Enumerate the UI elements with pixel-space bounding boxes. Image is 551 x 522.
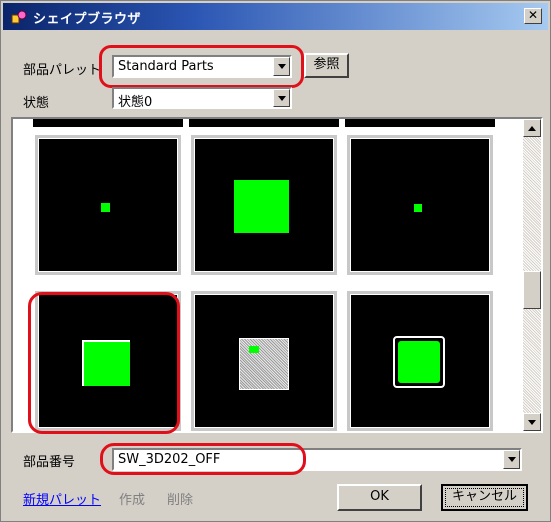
chevron-down-icon[interactable]	[273, 89, 290, 107]
state-label: 状態	[23, 96, 50, 111]
part-tile[interactable]	[35, 135, 181, 275]
rounded-square-shape	[398, 341, 440, 383]
title-bar: シェイプブラウザ ✕	[3, 3, 548, 30]
palette-label: 部品パレット	[23, 63, 102, 78]
part-number-label: 部品番号	[23, 455, 76, 470]
partial-tile	[33, 119, 183, 127]
scroll-down-button[interactable]	[523, 413, 541, 431]
partial-tile	[345, 119, 495, 127]
palette-select[interactable]: Standard Parts	[112, 55, 292, 78]
part-tile[interactable]	[191, 135, 337, 275]
palette-select-value: Standard Parts	[118, 59, 214, 74]
window-title: シェイプブラウザ	[33, 12, 142, 27]
parts-grid[interactable]	[11, 117, 543, 433]
part-tile[interactable]	[347, 135, 493, 275]
dithered-square-shape	[239, 338, 289, 390]
browse-button[interactable]: 参照	[304, 53, 349, 78]
scroll-thumb[interactable]	[523, 271, 541, 309]
partial-tile	[189, 119, 339, 127]
delete-button: 削除	[167, 493, 194, 508]
green-corner-mark	[249, 346, 259, 353]
create-button: 作成	[119, 493, 146, 508]
part-number-select[interactable]: SW_3D202_OFF	[112, 448, 522, 471]
large-square-shape	[234, 180, 289, 233]
state-select[interactable]: 状態0	[112, 87, 292, 110]
chevron-down-icon[interactable]	[273, 57, 290, 76]
new-palette-link[interactable]: 新規パレット	[23, 489, 101, 508]
part-tile-selected[interactable]	[35, 291, 181, 431]
part-tile[interactable]	[191, 291, 337, 431]
vertical-scrollbar[interactable]	[523, 119, 541, 431]
tiny-square-shape	[101, 203, 110, 212]
close-button[interactable]: ✕	[524, 8, 542, 24]
cancel-button[interactable]: キャンセル	[441, 484, 528, 511]
part-tile[interactable]	[347, 291, 493, 431]
state-select-value: 状態0	[118, 95, 153, 110]
chevron-down-icon[interactable]	[503, 450, 520, 469]
shape-browser-app-icon	[11, 10, 27, 24]
ok-button[interactable]: OK	[337, 484, 422, 511]
shaded-square-bevel	[82, 340, 130, 386]
shape-browser-window: シェイプブラウザ ✕ 部品パレット Standard Parts 参照 状態 状…	[0, 0, 551, 522]
tiny-square-shape	[414, 204, 422, 212]
scroll-up-button[interactable]	[523, 119, 541, 137]
part-number-value: SW_3D202_OFF	[118, 452, 221, 467]
